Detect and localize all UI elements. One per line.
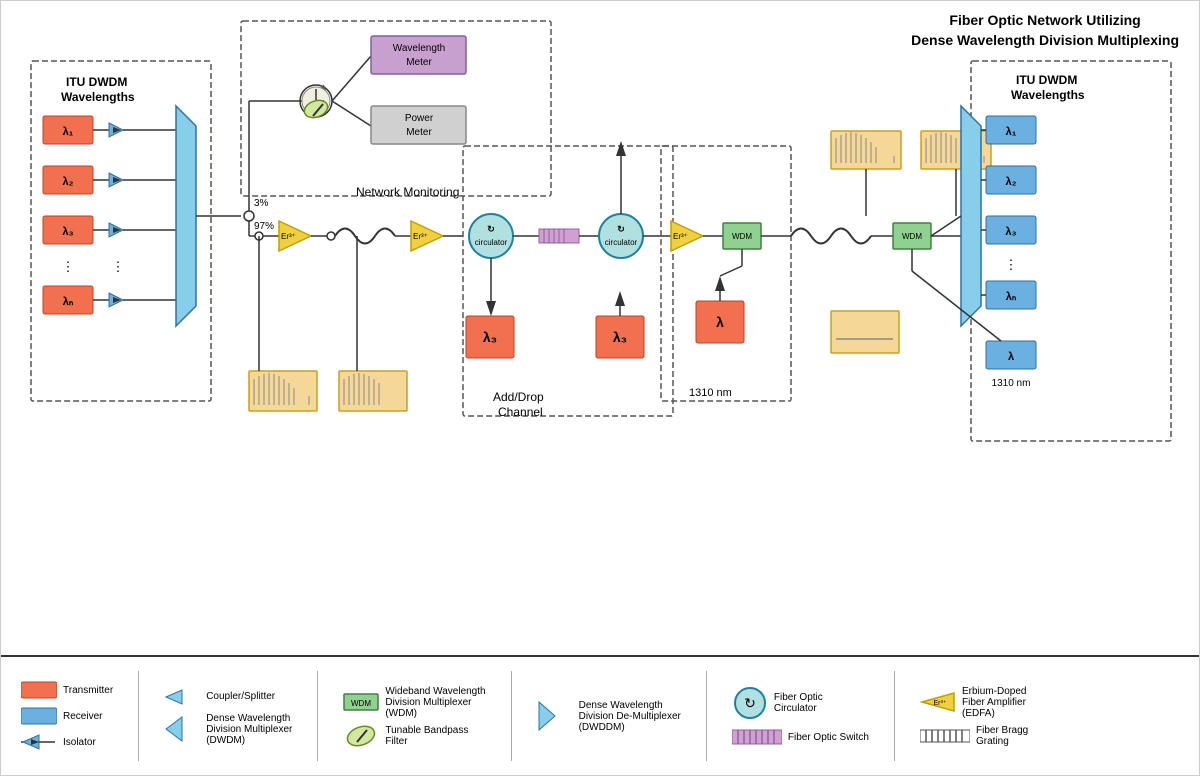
edfa-label: Erbium-Doped Fiber Amplifier (EDFA) xyxy=(962,686,1026,719)
legend-circulator: ↻ Fiber Optic Circulator xyxy=(732,685,869,721)
fiber-bragg-icon xyxy=(920,726,970,746)
svg-text:λ₃: λ₃ xyxy=(613,329,627,345)
svg-text:Network Monitoring: Network Monitoring xyxy=(356,185,459,199)
legend-fiber-switch: Fiber Optic Switch xyxy=(732,727,869,747)
coupler-label: Coupler/Splitter xyxy=(206,691,275,702)
legend-tunable-filter: Tunable Bandpass Filter xyxy=(343,725,485,747)
svg-text:λ: λ xyxy=(716,314,724,330)
wdm-icon: WDM xyxy=(343,691,379,713)
fiber-switch-icon xyxy=(732,727,782,747)
legend-receiver: Receiver xyxy=(21,706,113,726)
main-container: Fiber Optic Network Utilizing Dense Wave… xyxy=(0,0,1200,776)
svg-text:WDM: WDM xyxy=(902,232,922,241)
legend-dwdm: Dense Wavelength Division Multiplexer (D… xyxy=(164,713,292,746)
circulator-label: Fiber Optic Circulator xyxy=(774,692,823,714)
svg-text:λₙ: λₙ xyxy=(1006,291,1017,303)
legend-fiber-bragg: Fiber Bragg Grating xyxy=(920,725,1028,747)
fiber-switch-label: Fiber Optic Switch xyxy=(788,732,869,743)
dwddm-label: Dense Wavelength Division De-Multiplexer… xyxy=(579,700,681,733)
legend-col-1: Transmitter Receiver Isolator xyxy=(21,680,113,752)
svg-text:3%: 3% xyxy=(254,198,269,209)
svg-text:Er³⁺: Er³⁺ xyxy=(933,700,946,707)
svg-text:ITU DWDM: ITU DWDM xyxy=(66,75,127,89)
coupler-icon xyxy=(164,687,200,707)
svg-text:↻: ↻ xyxy=(744,695,756,711)
svg-text:λ₃: λ₃ xyxy=(483,329,497,345)
edfa-icon: Er³⁺ xyxy=(920,690,956,714)
svg-text:λ₃: λ₃ xyxy=(62,226,73,238)
legend-div-3 xyxy=(511,671,512,761)
svg-text:λ₁: λ₁ xyxy=(63,126,74,138)
svg-text:λ₂: λ₂ xyxy=(62,176,73,188)
wdm-label: Wideband Wavelength Division Multiplexer… xyxy=(385,686,485,719)
legend-div-2 xyxy=(317,671,318,761)
svg-text:circulator: circulator xyxy=(475,238,508,247)
svg-text:97%: 97% xyxy=(254,221,274,232)
legend-wdm: WDM Wideband Wavelength Division Multipl… xyxy=(343,686,485,719)
legend-div-5 xyxy=(894,671,895,761)
svg-text:⋮: ⋮ xyxy=(112,259,125,274)
svg-text:Meter: Meter xyxy=(406,57,432,68)
svg-text:Wavelengths: Wavelengths xyxy=(1011,88,1085,102)
legend-coupler: Coupler/Splitter xyxy=(164,687,292,707)
legend-dwddm: Dense Wavelength Division De-Multiplexer… xyxy=(537,698,681,734)
dwddm-icon xyxy=(537,698,573,734)
svg-text:Power: Power xyxy=(405,113,434,124)
svg-text:↻: ↻ xyxy=(617,224,625,234)
svg-text:λₙ: λₙ xyxy=(63,296,74,308)
svg-text:WDM: WDM xyxy=(732,232,752,241)
legend-isolator: Isolator xyxy=(21,732,113,752)
diagram-area: Fiber Optic Network Utilizing Dense Wave… xyxy=(1,1,1199,655)
legend-col-3: WDM Wideband Wavelength Division Multipl… xyxy=(343,686,485,747)
legend-col-6: Er³⁺ Erbium-Doped Fiber Amplifier (EDFA)… xyxy=(920,686,1028,747)
svg-text:Wavelengths: Wavelengths xyxy=(61,90,135,104)
svg-text:λ: λ xyxy=(1008,351,1014,363)
svg-text:1310 nm: 1310 nm xyxy=(689,387,732,399)
circulator-icon: ↻ xyxy=(732,685,768,721)
svg-text:Meter: Meter xyxy=(406,127,432,138)
legend-col-4: Dense Wavelength Division De-Multiplexer… xyxy=(537,698,681,734)
tunable-filter-label: Tunable Bandpass Filter xyxy=(385,725,468,747)
svg-text:λ₂: λ₂ xyxy=(1005,176,1016,188)
receiver-label: Receiver xyxy=(63,711,102,722)
svg-text:λ₁: λ₁ xyxy=(1006,126,1017,138)
fiber-bragg-label: Fiber Bragg Grating xyxy=(976,725,1028,747)
legend-div-4 xyxy=(706,671,707,761)
legend-transmitter: Transmitter xyxy=(21,680,113,700)
svg-text:WDM: WDM xyxy=(351,699,371,708)
legend-col-5: ↻ Fiber Optic Circulator Fiber Optic Swi… xyxy=(732,685,869,747)
legend-div-1 xyxy=(138,671,139,761)
svg-text:1310 nm: 1310 nm xyxy=(992,378,1031,389)
isolator-icon xyxy=(21,732,57,752)
svg-text:Er³⁺: Er³⁺ xyxy=(413,232,428,241)
svg-text:Er³⁺: Er³⁺ xyxy=(281,232,296,241)
legend-edfa: Er³⁺ Erbium-Doped Fiber Amplifier (EDFA) xyxy=(920,686,1028,719)
svg-text:Channel: Channel xyxy=(498,405,543,419)
isolator-label: Isolator xyxy=(63,737,96,748)
dwdm-label: Dense Wavelength Division Multiplexer (D… xyxy=(206,713,292,746)
svg-text:⋮: ⋮ xyxy=(62,259,75,274)
dwdm-icon xyxy=(164,714,200,744)
svg-text:ITU DWDM: ITU DWDM xyxy=(1016,73,1077,87)
svg-text:Wavelength: Wavelength xyxy=(393,43,445,54)
svg-text:⋮: ⋮ xyxy=(1005,257,1018,272)
transmitter-icon xyxy=(21,680,57,700)
tunable-filter-icon xyxy=(343,725,379,747)
svg-text:λ₃: λ₃ xyxy=(1005,226,1016,238)
network-diagram: ITU DWDM Wavelengths λ₁ λ₂ λ₃ ⋮ ⋮ λₙ xyxy=(1,1,1181,641)
transmitter-label: Transmitter xyxy=(63,685,113,696)
legend-col-2: Coupler/Splitter Dense Wavelength Divisi… xyxy=(164,687,292,746)
legend-area: Transmitter Receiver Isolator xyxy=(1,655,1199,775)
receiver-icon xyxy=(21,706,57,726)
svg-text:circulator: circulator xyxy=(605,238,638,247)
svg-text:↻: ↻ xyxy=(487,224,495,234)
svg-text:Add/Drop: Add/Drop xyxy=(493,390,544,404)
svg-text:Er³⁺: Er³⁺ xyxy=(673,232,688,241)
